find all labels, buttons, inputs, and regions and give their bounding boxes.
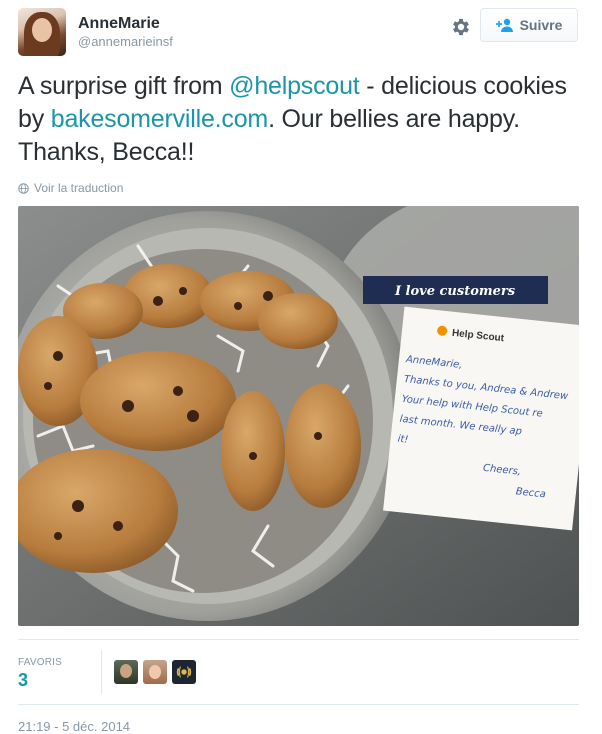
user-fullname[interactable]: AnneMarie: [78, 14, 173, 34]
favorites-label: FAVORIS: [18, 657, 63, 668]
divider: [18, 639, 579, 640]
avatar[interactable]: [18, 8, 66, 56]
website-link[interactable]: bakesomerville.com: [51, 105, 269, 133]
tweet-timestamp[interactable]: 21:19 - 5 déc. 2014: [18, 719, 130, 734]
mention-link[interactable]: @helpscout: [229, 72, 360, 100]
avatar-face: [32, 18, 52, 42]
favoriter-avatar[interactable]: [143, 660, 167, 684]
favorites-count[interactable]: 3: [18, 670, 28, 691]
user-handle[interactable]: @annemarieinsf: [78, 34, 173, 50]
favoriters-avatars: [114, 660, 196, 684]
gear-icon[interactable]: [450, 16, 472, 38]
translate-label: Voir la traduction: [34, 181, 124, 195]
stats-divider: [101, 650, 102, 694]
laurel-icon: [176, 666, 192, 678]
follow-button[interactable]: Suivre: [480, 8, 578, 42]
globe-icon: [18, 182, 29, 194]
add-user-icon: [495, 18, 513, 32]
tweet-text: A surprise gift from @helpscout - delici…: [18, 70, 584, 169]
tweet-text-part1: A surprise gift from: [18, 72, 230, 100]
banner-text: I love customers: [394, 284, 516, 299]
tweet-stats: FAVORIS 3: [18, 650, 579, 696]
user-names[interactable]: AnneMarie @annemarieinsf: [78, 14, 173, 50]
favoriter-avatar[interactable]: [114, 660, 138, 684]
divider: [18, 704, 579, 705]
tweet-header: AnneMarie @annemarieinsf Suivre: [18, 8, 584, 58]
favoriter-avatar[interactable]: [172, 660, 196, 684]
follow-label: Suivre: [519, 17, 563, 33]
tweet-photo[interactable]: I love customers Help Scout AnneMarie, T…: [18, 206, 579, 626]
note-line: it!: [397, 434, 409, 446]
translate-link[interactable]: Voir la traduction: [18, 181, 123, 195]
